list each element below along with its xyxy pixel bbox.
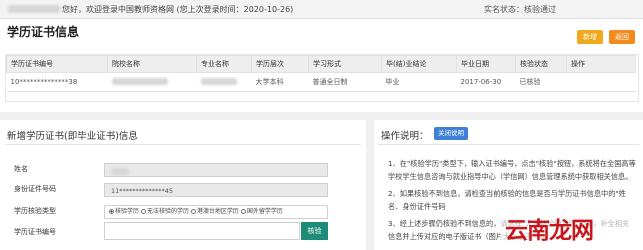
id-number-field: 11**************45 <box>104 183 328 197</box>
close-help-button[interactable]: 关闭说明 <box>434 127 468 140</box>
top-bar: 您好，欢迎登录中国教师资格网 (您上次登录时间：2020-10-26) 实名状态… <box>0 0 643 19</box>
verify-type-radio-group: 核验学历 无法核验的学历 港澳台地区学历 国外留学学历 <box>104 205 328 219</box>
watermark-logo: 云南龙网 <box>505 218 594 244</box>
real-name-status: 实名状态：核验通过 <box>484 5 556 14</box>
column-header: 学历证书编号 <box>6 55 108 73</box>
radio-icon <box>140 209 146 214</box>
blurred-user-name <box>8 5 60 13</box>
welcome-text: 您好，欢迎登录中国教师资格网 (您上次登录时间：2020-10-26) <box>62 5 294 14</box>
radio-label: 核验学历 <box>115 208 140 215</box>
radio-unverifiable-degree[interactable]: 无法核验的学历 <box>140 208 189 215</box>
radio-label: 港澳台地区学历 <box>196 208 239 215</box>
radio-label: 国外留学学历 <box>246 208 283 215</box>
radio-selected-icon <box>109 209 114 214</box>
panel-divider <box>378 144 639 145</box>
column-header: 毕(结)业结论 <box>381 55 457 73</box>
name-field <box>104 163 328 177</box>
table-header-row: 学历证书编号 院校名称 专业名称 学历层次 学习形式 毕(结)业结论 毕业日期 … <box>6 55 636 73</box>
radio-icon <box>190 209 196 214</box>
major-name-cell <box>196 72 252 92</box>
verify-type-label: 学历核验类型 <box>14 207 56 215</box>
add-cert-title: 新增学历证书(即毕业证书)信息 <box>7 131 138 142</box>
back-button[interactable]: 返回 <box>609 30 635 44</box>
column-header: 操作 <box>566 55 636 73</box>
help-item: 1、在"核验学历"类型下，输入证书编号，点击"核验"按钮，系统将在全国高等学校学… <box>388 159 636 181</box>
actions-cell <box>566 72 636 92</box>
panel-divider <box>5 144 361 145</box>
column-header: 毕业日期 <box>456 55 516 73</box>
graduation-conclusion-cell: 毕业 <box>381 72 457 92</box>
add-button[interactable]: 新增 <box>577 30 603 44</box>
school-name-cell <box>107 72 197 92</box>
help-title: 操作说明： <box>381 131 429 142</box>
column-header: 核验状态 <box>515 55 567 73</box>
column-header: 专业名称 <box>196 55 252 73</box>
table-row: 10**************38 大学本科 普通全日制 毕业 2017-06… <box>6 72 636 92</box>
radio-icon <box>240 209 246 214</box>
cert-number-cell: 10**************38 <box>6 72 108 92</box>
radio-overseas-degree[interactable]: 国外留学学历 <box>240 208 283 215</box>
id-number-label: 身份证件号码 <box>14 185 56 193</box>
verify-button[interactable]: 核验 <box>301 222 328 240</box>
page-title: 学历证书信息 <box>7 25 80 39</box>
cert-number-label: 学历证书编号 <box>14 228 56 236</box>
column-header: 学历层次 <box>251 55 309 73</box>
graduation-date-cell: 2017-06-30 <box>456 72 516 92</box>
verify-status-cell: 已核验 <box>515 72 567 92</box>
education-table: 学历证书编号 院校名称 专业名称 学历层次 学习形式 毕(结)业结论 毕业日期 … <box>6 55 636 92</box>
cert-number-input[interactable] <box>104 222 300 240</box>
column-header: 学习形式 <box>308 55 382 73</box>
name-label: 姓名 <box>14 165 28 173</box>
column-gap <box>366 120 374 250</box>
radio-verify-degree[interactable]: 核验学历 <box>109 208 139 215</box>
radio-hk-macao-taiwan-degree[interactable]: 港澳台地区学历 <box>190 208 239 215</box>
study-form-cell: 普通全日制 <box>308 72 382 92</box>
radio-label: 无法核验的学历 <box>146 208 189 215</box>
degree-level-cell: 大学本科 <box>251 72 309 92</box>
section-divider <box>0 112 643 120</box>
column-header: 院校名称 <box>107 55 197 73</box>
